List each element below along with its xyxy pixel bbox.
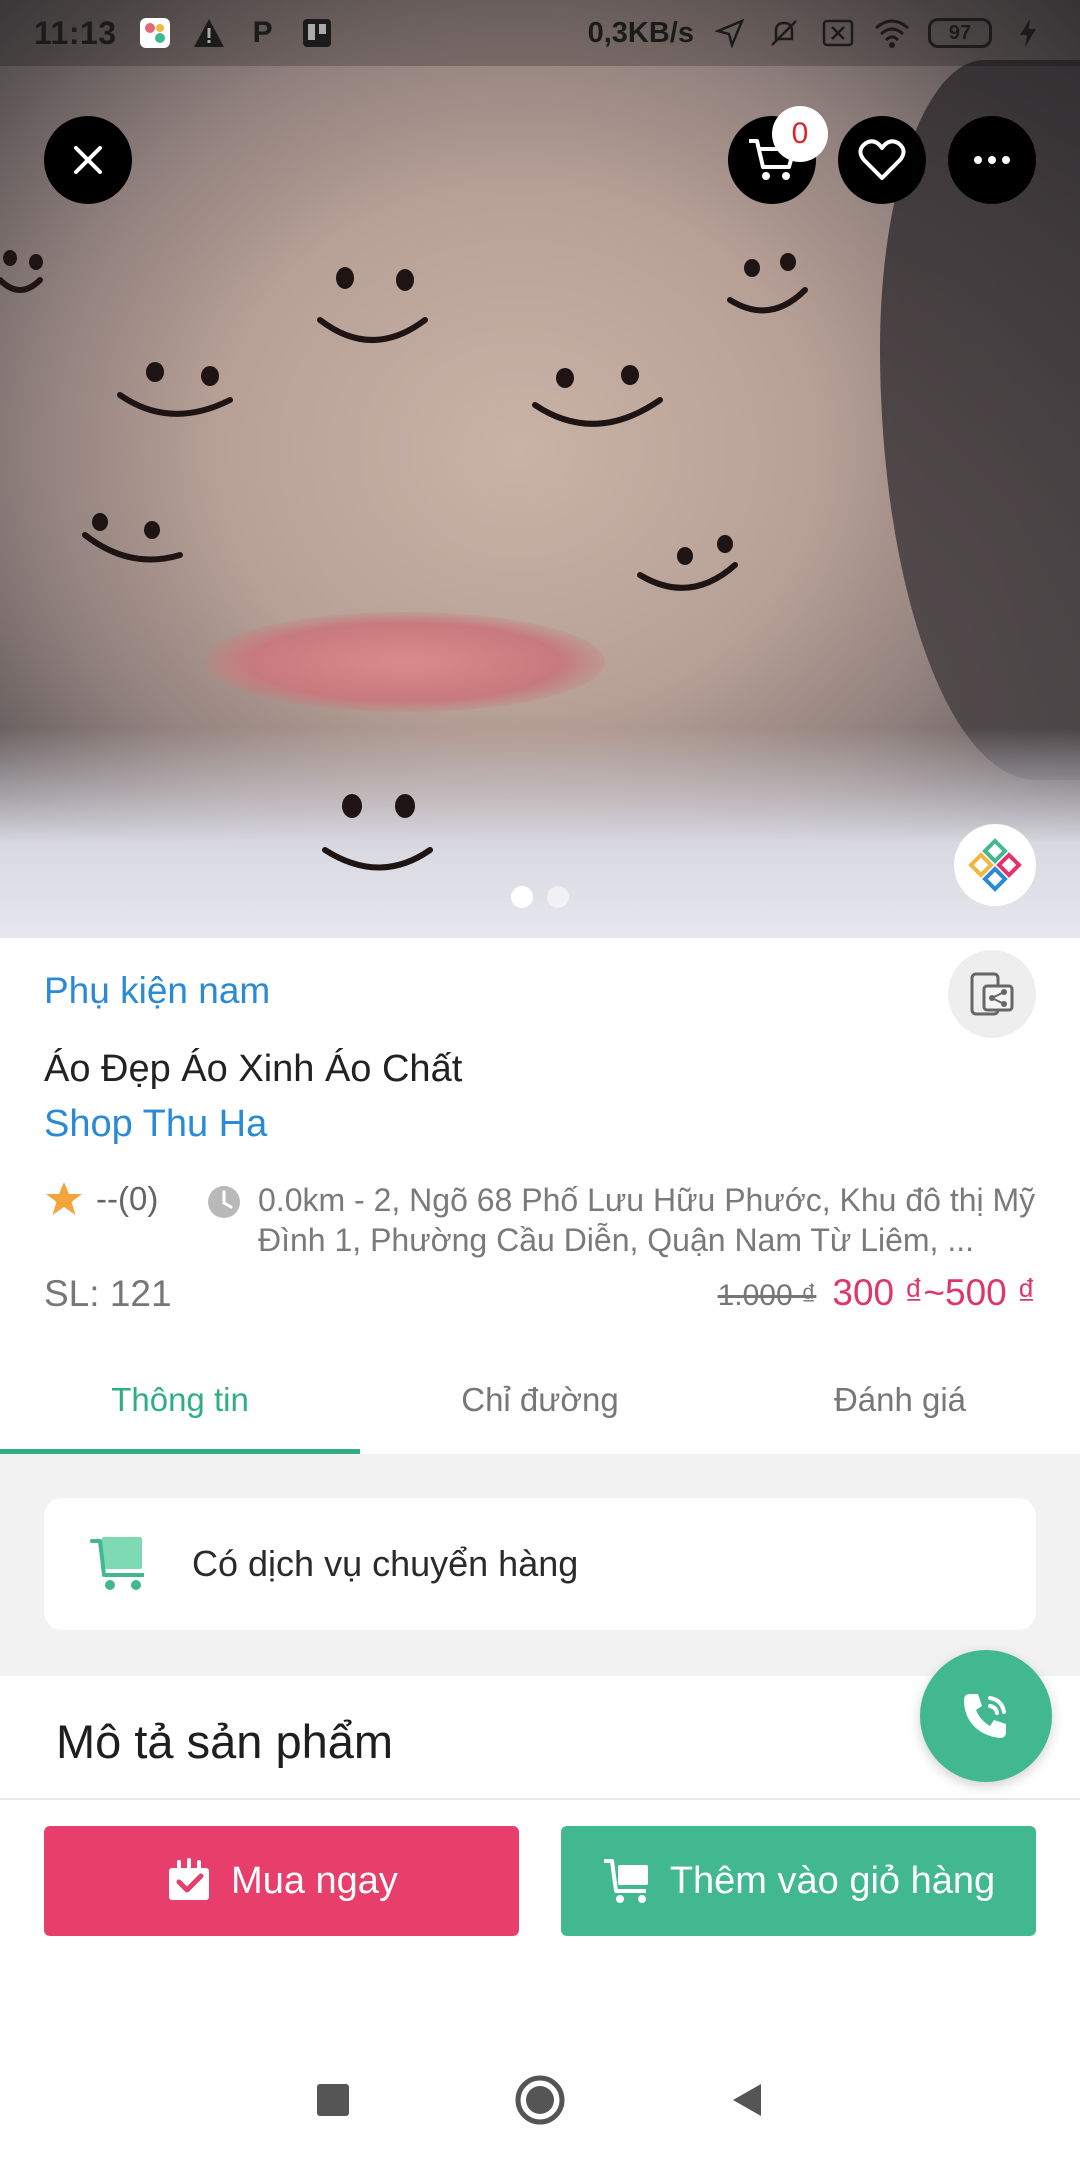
shipping-cart-icon xyxy=(90,1537,144,1590)
app-logo-icon xyxy=(968,838,1022,892)
network-speed: 0,3KB/s xyxy=(587,16,694,49)
sale-price: 300 ₫~500 ₫ xyxy=(832,1272,1036,1313)
share-icon xyxy=(970,972,1014,1016)
app-logo-badge[interactable] xyxy=(954,824,1036,906)
product-category-link[interactable]: Phụ kiện nam xyxy=(44,970,270,1012)
carousel-dot[interactable] xyxy=(511,886,533,908)
tab-bar: Thông tin Chỉ đường Đánh giá xyxy=(0,1346,1080,1454)
star-icon xyxy=(46,1182,82,1215)
tab-reviews[interactable]: Đánh giá xyxy=(720,1346,1080,1454)
back-button-icon[interactable] xyxy=(727,2080,767,2120)
status-time: 11:13 xyxy=(34,14,117,51)
board-app-icon xyxy=(299,15,335,51)
shopping-bag-icon xyxy=(169,1858,210,1900)
app-notification-icon xyxy=(137,15,173,51)
store-address[interactable]: 0.0km - 2, Ngõ 68 Phố Lưu Hữu Phước, Khu… xyxy=(206,1180,1036,1260)
product-title: Áo Đẹp Áo Xinh Áo Chất xyxy=(44,1048,463,1090)
favorite-button[interactable] xyxy=(838,116,926,204)
price-group: 1.000 ₫ 300 ₫~500 ₫ xyxy=(718,1272,1036,1314)
p-app-icon: P xyxy=(252,16,273,49)
sim-off-icon xyxy=(820,15,856,51)
close-button[interactable] xyxy=(44,116,132,204)
status-bar: 11:13 P 0,3KB/s 97 xyxy=(0,0,1080,66)
buy-now-label: Mua ngay xyxy=(231,1859,398,1902)
add-to-cart-label: Thêm vào giỏ hàng xyxy=(669,1859,996,1902)
carousel-dot[interactable] xyxy=(547,886,569,908)
cart-count-badge: 0 xyxy=(772,106,828,162)
mute-icon xyxy=(766,15,802,51)
battery-level: 97 xyxy=(948,21,972,44)
system-navigation-bar xyxy=(0,2040,1080,2160)
shipping-service-label: Có dịch vụ chuyển hàng xyxy=(192,1543,579,1584)
recents-button-icon[interactable] xyxy=(313,2080,353,2120)
wifi-icon xyxy=(874,15,910,51)
shipping-service-card: Có dịch vụ chuyển hàng xyxy=(44,1498,1036,1630)
shop-name-link[interactable]: Shop Thu Ha xyxy=(44,1103,267,1146)
location-icon xyxy=(712,15,748,51)
description-heading: Mô tả sản phẩm xyxy=(56,1715,394,1768)
carousel-indicator xyxy=(0,886,1080,908)
more-icon xyxy=(974,156,1010,164)
clock-icon xyxy=(208,1186,240,1218)
stock-quantity: SL: 121 xyxy=(44,1273,172,1314)
tab-directions[interactable]: Chỉ đường xyxy=(360,1346,720,1454)
heart-icon xyxy=(858,139,906,180)
home-button-icon[interactable] xyxy=(513,2073,567,2127)
phone-icon xyxy=(964,1694,1006,1738)
call-button[interactable] xyxy=(920,1650,1052,1782)
add-to-cart-button[interactable]: Thêm vào giỏ hàng xyxy=(561,1826,1036,1936)
original-price: 1.000 ₫ xyxy=(717,1279,817,1312)
battery-indicator: 97 xyxy=(928,18,992,48)
bottom-action-bar: Mua ngay Thêm vào giỏ hàng xyxy=(0,1798,1080,1948)
add-cart-icon xyxy=(603,1859,648,1903)
charging-icon xyxy=(1010,15,1046,51)
more-button[interactable] xyxy=(948,116,1036,204)
tab-info[interactable]: Thông tin xyxy=(0,1346,360,1454)
close-icon xyxy=(74,146,102,174)
address-text: 0.0km - 2, Ngõ 68 Phố Lưu Hữu Phước, Khu… xyxy=(258,1182,1036,1258)
rating-text: --(0) xyxy=(96,1180,159,1217)
buy-now-button[interactable]: Mua ngay xyxy=(44,1826,519,1936)
warning-icon xyxy=(191,15,227,51)
share-button[interactable] xyxy=(948,950,1036,1038)
rating[interactable]: --(0) xyxy=(44,1180,158,1218)
